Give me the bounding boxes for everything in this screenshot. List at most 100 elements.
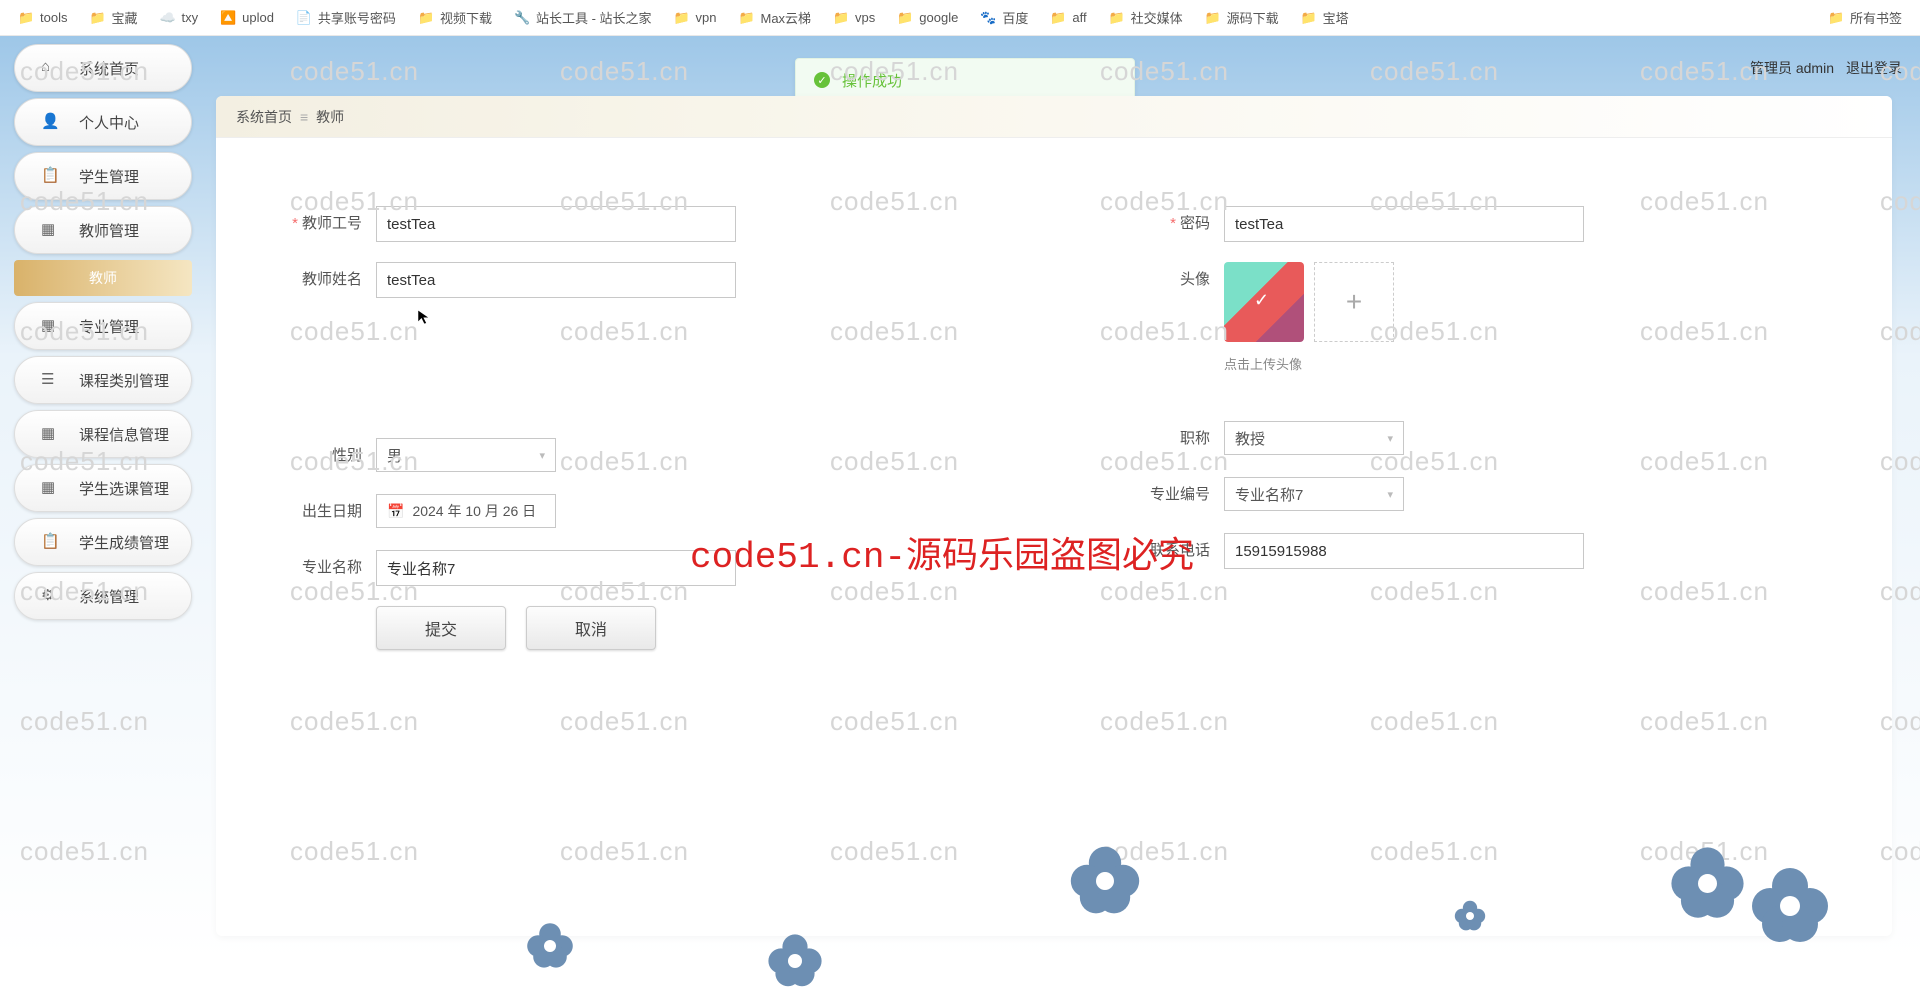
sidebar-item-teacher[interactable]: ▦教师管理 bbox=[14, 206, 192, 254]
avatar-label: 头像 bbox=[1114, 262, 1224, 298]
grid-icon: ▦ bbox=[41, 220, 61, 240]
folder-icon: 📁 bbox=[1205, 10, 1221, 26]
logout-link[interactable]: 退出登录 bbox=[1846, 58, 1902, 78]
user-icon: 👤 bbox=[41, 112, 61, 132]
sidebar-item-select[interactable]: ▦学生选课管理 bbox=[14, 464, 192, 512]
folder-icon: 📁 bbox=[1109, 10, 1125, 26]
folder-icon: 📁 bbox=[674, 10, 690, 26]
chevron-down-icon: ▾ bbox=[539, 449, 545, 462]
bookmark-bt[interactable]: 📁宝塔 bbox=[1301, 8, 1349, 27]
folder-icon: 📁 bbox=[18, 10, 34, 26]
bookmark-aff[interactable]: 📁aff bbox=[1050, 10, 1086, 26]
folder-icon: 📁 bbox=[1050, 10, 1066, 26]
title-label: 职称 bbox=[1114, 421, 1224, 457]
watermark: code51.cn bbox=[20, 836, 149, 867]
sidebar: ⌂系统首页 👤个人中心 📋学生管理 ▦教师管理 教师 ▦专业管理 ☰课程类别管理… bbox=[14, 44, 192, 626]
sidebar-item-student[interactable]: 📋学生管理 bbox=[14, 152, 192, 200]
folder-icon: 📁 bbox=[897, 10, 913, 26]
chevron-down-icon: ▾ bbox=[1387, 432, 1393, 445]
bookmark-baozang[interactable]: 📁宝藏 bbox=[89, 8, 137, 27]
watermark: code51.cn bbox=[1370, 56, 1499, 87]
clipboard-icon: 📋 bbox=[41, 166, 61, 186]
plus-icon: + bbox=[1346, 286, 1362, 318]
check-icon: ✓ bbox=[1254, 290, 1269, 311]
doc-icon: 📄 bbox=[296, 10, 312, 26]
upload-icon: 🔼 bbox=[220, 10, 236, 26]
major-code-label: 专业编号 bbox=[1114, 477, 1224, 513]
check-icon: ✓ bbox=[814, 72, 830, 88]
grid-icon: ▦ bbox=[41, 478, 61, 498]
bookmark-max[interactable]: 📁Max云梯 bbox=[738, 8, 811, 27]
flower-decoration bbox=[760, 926, 830, 996]
grid-icon: ▦ bbox=[41, 316, 61, 336]
sidebar-item-system[interactable]: ⚙系统管理 bbox=[14, 572, 192, 620]
list-icon: ☰ bbox=[41, 370, 61, 390]
bookmark-uplod[interactable]: 🔼uplod bbox=[220, 10, 274, 26]
sidebar-sub-teacher[interactable]: 教师 bbox=[14, 260, 192, 296]
sidebar-item-home[interactable]: ⌂系统首页 bbox=[14, 44, 192, 92]
birth-label: 出生日期 bbox=[266, 494, 376, 530]
breadcrumb: 系统首页 ≡ 教师 bbox=[216, 96, 1892, 138]
sidebar-item-profile[interactable]: 👤个人中心 bbox=[14, 98, 192, 146]
folder-icon: 📁 bbox=[833, 10, 849, 26]
sidebar-item-grade[interactable]: 📋学生成绩管理 bbox=[14, 518, 192, 566]
watermark: code51.cn bbox=[560, 56, 689, 87]
title-select[interactable]: 教授▾ bbox=[1224, 421, 1404, 455]
major-name-label: 专业名称 bbox=[266, 550, 376, 586]
bookmark-vps[interactable]: 📁vps bbox=[833, 10, 875, 26]
baidu-icon: 🐾 bbox=[980, 10, 996, 26]
bookmark-txy[interactable]: ☁️txy bbox=[159, 10, 198, 26]
header-right: 管理员 admin 退出登录 bbox=[1750, 58, 1902, 78]
avatar-upload-button[interactable]: + bbox=[1314, 262, 1394, 342]
sidebar-item-major[interactable]: ▦专业管理 bbox=[14, 302, 192, 350]
gender-label: 性别 bbox=[266, 438, 376, 474]
admin-label[interactable]: 管理员 admin bbox=[1750, 58, 1834, 78]
folder-icon: 📁 bbox=[89, 10, 105, 26]
bookmark-google[interactable]: 📁google bbox=[897, 10, 958, 26]
gear-icon: ⚙ bbox=[41, 586, 61, 606]
teacher-name-input[interactable] bbox=[376, 262, 736, 298]
chevron-down-icon: ▾ bbox=[1387, 488, 1393, 501]
phone-label: 联系电话 bbox=[1114, 533, 1224, 569]
bookmark-src[interactable]: 📁源码下载 bbox=[1205, 8, 1279, 27]
bookmark-video[interactable]: 📁视频下载 bbox=[418, 8, 492, 27]
cloud-icon: ☁️ bbox=[159, 10, 175, 26]
password-input[interactable] bbox=[1224, 206, 1584, 242]
watermark: code51.cn bbox=[290, 56, 419, 87]
grid-icon: ▦ bbox=[41, 424, 61, 444]
breadcrumb-home[interactable]: 系统首页 bbox=[236, 107, 292, 127]
teacher-name-label: 教师姓名 bbox=[266, 262, 376, 298]
bookmark-zz[interactable]: 🔧站长工具 - 站长之家 bbox=[514, 8, 652, 27]
teacher-id-input[interactable] bbox=[376, 206, 736, 242]
avatar-thumbnail[interactable]: ✓ bbox=[1224, 262, 1304, 342]
breadcrumb-sep-icon: ≡ bbox=[300, 109, 308, 125]
folder-icon: 📁 bbox=[418, 10, 434, 26]
gender-select[interactable]: 男▾ bbox=[376, 438, 556, 472]
bookmark-baidu[interactable]: 🐾百度 bbox=[980, 8, 1028, 27]
teacher-id-label: *教师工号 bbox=[266, 206, 376, 242]
content-panel: 系统首页 ≡ 教师 *教师工号 教师姓名 性别 男▾ bbox=[216, 96, 1892, 936]
teacher-form: *教师工号 教师姓名 性别 男▾ 出生日期 📅2024 年 10 月 26 日 bbox=[266, 206, 1842, 650]
breadcrumb-current: 教师 bbox=[316, 107, 344, 127]
phone-input[interactable] bbox=[1224, 533, 1584, 569]
sidebar-item-course-info[interactable]: ▦课程信息管理 bbox=[14, 410, 192, 458]
bookmark-tools[interactable]: 📁tools bbox=[18, 10, 67, 26]
submit-button[interactable]: 提交 bbox=[376, 606, 506, 650]
bookmark-all[interactable]: 📁所有书签 bbox=[1828, 8, 1902, 27]
bookmark-bar: 📁tools 📁宝藏 ☁️txy 🔼uplod 📄共享账号密码 📁视频下载 🔧站… bbox=[0, 0, 1920, 36]
major-code-select[interactable]: 专业名称7▾ bbox=[1224, 477, 1404, 511]
bookmark-shared[interactable]: 📄共享账号密码 bbox=[296, 8, 396, 27]
sidebar-item-course-cat[interactable]: ☰课程类别管理 bbox=[14, 356, 192, 404]
major-name-input[interactable] bbox=[376, 550, 736, 586]
folder-icon: 📁 bbox=[1301, 10, 1317, 26]
birth-date-input[interactable]: 📅2024 年 10 月 26 日 bbox=[376, 494, 556, 528]
calendar-icon: 📅 bbox=[387, 503, 404, 520]
cancel-button[interactable]: 取消 bbox=[526, 606, 656, 650]
watermark: code51.cn bbox=[20, 706, 149, 737]
site-icon: 🔧 bbox=[514, 10, 530, 26]
bookmark-social[interactable]: 📁社交媒体 bbox=[1109, 8, 1183, 27]
home-icon: ⌂ bbox=[41, 58, 61, 78]
avatar-hint: 点击上传头像 bbox=[1224, 354, 1842, 373]
folder-icon: 📁 bbox=[1828, 10, 1844, 26]
bookmark-vpn[interactable]: 📁vpn bbox=[674, 10, 717, 26]
